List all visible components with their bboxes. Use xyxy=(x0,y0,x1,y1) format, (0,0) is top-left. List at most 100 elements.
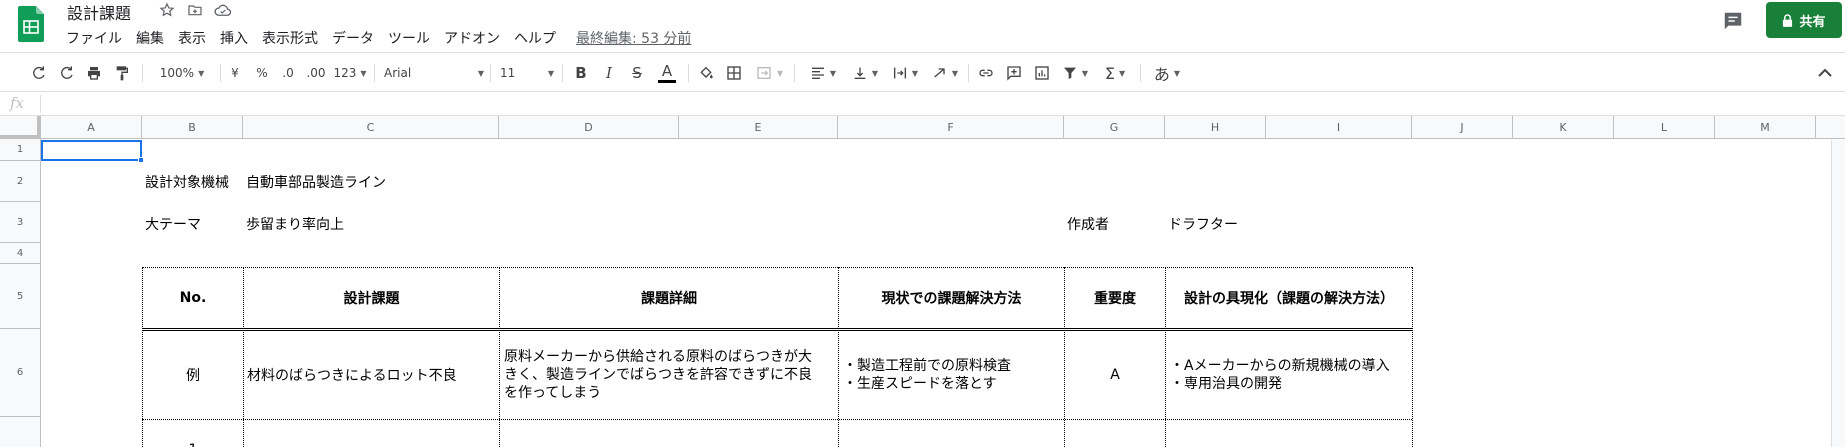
font-family-value: Arial xyxy=(384,66,412,80)
column-header-m[interactable]: M xyxy=(1715,116,1816,139)
undo-icon[interactable] xyxy=(28,61,48,85)
design-target-value[interactable]: 自動車部品製造ライン xyxy=(246,172,386,192)
theme-value[interactable]: 歩留まり率向上 xyxy=(246,214,344,234)
theme-label[interactable]: 大テーマ xyxy=(145,214,201,234)
fill-color-icon[interactable] xyxy=(696,61,716,85)
font-family-select[interactable]: Arial ▼ xyxy=(384,61,484,85)
currency-format-button[interactable]: ¥ xyxy=(228,61,242,85)
cloud-status-icon[interactable] xyxy=(214,1,232,19)
column-header-e[interactable]: E xyxy=(679,116,838,139)
insert-link-icon[interactable] xyxy=(976,61,996,85)
menu-addons[interactable]: アドオン xyxy=(444,28,500,48)
share-button[interactable]: 共有 xyxy=(1766,2,1842,38)
zoom-select[interactable]: 100% ▼ xyxy=(152,61,212,85)
increase-decimal-button[interactable]: .00 xyxy=(304,61,328,85)
row-header-3[interactable]: 3 xyxy=(0,202,41,243)
print-icon[interactable] xyxy=(84,61,104,85)
strikethrough-button[interactable]: S xyxy=(628,61,646,85)
author-label[interactable]: 作成者 xyxy=(1067,214,1109,234)
vertical-align-icon[interactable]: ▼ xyxy=(848,61,882,85)
table-header-issue[interactable]: 設計課題 xyxy=(244,268,499,328)
next-row-no[interactable]: 1 xyxy=(143,442,243,447)
chevron-down-icon: ▼ xyxy=(198,68,205,78)
lock-icon xyxy=(1783,13,1793,27)
italic-button[interactable]: I xyxy=(600,61,618,85)
document-title[interactable]: 設計課題 xyxy=(67,0,131,24)
text-rotation-icon[interactable]: ▼ xyxy=(928,61,962,85)
share-label: 共有 xyxy=(1799,14,1826,30)
select-all-corner[interactable] xyxy=(0,116,41,139)
zoom-value: 100% xyxy=(159,66,195,80)
example-row-detail[interactable]: 原料メーカーから供給される原料のばらつきが大 きく、製造ラインでばらつきを許容で… xyxy=(500,332,838,418)
column-header-f[interactable]: F xyxy=(838,116,1064,139)
bold-button[interactable]: B xyxy=(572,61,590,85)
decrease-decimal-button[interactable]: .0 xyxy=(278,61,298,85)
borders-icon[interactable] xyxy=(724,61,744,85)
formula-input[interactable] xyxy=(46,92,1836,115)
column-header-d[interactable]: D xyxy=(499,116,679,139)
row-header-1[interactable]: 1 xyxy=(0,139,41,161)
horizontal-align-icon[interactable]: ▼ xyxy=(806,61,840,85)
redo-icon[interactable] xyxy=(56,61,76,85)
star-icon[interactable] xyxy=(158,1,176,19)
example-row-embodiment[interactable]: ・Aメーカーからの新規機械の導入 ・専用治具の開発 xyxy=(1166,332,1412,418)
spreadsheet-grid: A B C D E F G H I J K L M 1 2 3 4 5 6 設計… xyxy=(0,116,1845,447)
menu-file[interactable]: ファイル xyxy=(66,28,122,48)
menu-insert[interactable]: 挿入 xyxy=(220,28,248,48)
table-header-current-solution[interactable]: 現状での課題解決方法 xyxy=(839,268,1064,328)
column-header-n[interactable] xyxy=(1816,116,1845,139)
menu-format[interactable]: 表示形式 xyxy=(262,28,318,48)
insert-comment-icon[interactable] xyxy=(1004,61,1024,85)
font-size-select[interactable]: 11 ▼ xyxy=(500,61,554,85)
column-header-g[interactable]: G xyxy=(1064,116,1165,139)
menu-edit[interactable]: 編集 xyxy=(136,28,164,48)
collapse-menu-icon[interactable] xyxy=(1815,61,1835,85)
top-bar: 設計課題 ファイル 編集 表示 挿入 表示形式 データ ツール アドオン ヘルプ… xyxy=(0,0,1845,52)
table-header-embodiment[interactable]: 設計の具現化（課題の解決方法） xyxy=(1166,268,1412,328)
text-color-letter: A xyxy=(661,61,673,80)
example-row-no[interactable]: 例 xyxy=(143,332,243,418)
text-color-button[interactable]: A xyxy=(656,61,678,85)
move-folder-icon[interactable] xyxy=(186,1,204,19)
merge-cells-icon[interactable]: ▼ xyxy=(752,61,786,85)
column-header-j[interactable]: J xyxy=(1412,116,1513,139)
fill-handle[interactable] xyxy=(138,157,144,163)
row-header-5[interactable]: 5 xyxy=(0,264,41,329)
vertical-scrollbar[interactable] xyxy=(1831,140,1845,447)
menu-help[interactable]: ヘルプ xyxy=(514,28,556,48)
column-header-k[interactable]: K xyxy=(1513,116,1614,139)
column-header-i[interactable]: I xyxy=(1266,116,1412,139)
active-cell-a1[interactable] xyxy=(41,140,142,161)
table-header-importance[interactable]: 重要度 xyxy=(1065,268,1165,328)
row-header-6[interactable]: 6 xyxy=(0,329,41,417)
menu-tools[interactable]: ツール xyxy=(388,28,430,48)
column-header-c[interactable]: C xyxy=(243,116,499,139)
table-header-detail[interactable]: 課題詳細 xyxy=(500,268,838,328)
percent-format-button[interactable]: % xyxy=(254,61,270,85)
column-header-h[interactable]: H xyxy=(1165,116,1266,139)
design-target-label[interactable]: 設計対象機械 xyxy=(145,172,229,192)
author-value[interactable]: ドラフター xyxy=(1168,214,1238,234)
last-edit-link[interactable]: 最終編集: 53 分前 xyxy=(576,28,691,48)
example-row-current-solution[interactable]: ・製造工程前での原料検査 ・生産スピードを落とす xyxy=(839,332,1064,418)
example-row-issue[interactable]: 材料のばらつきによるロット不良 xyxy=(244,332,499,418)
column-header-l[interactable]: L xyxy=(1614,116,1715,139)
example-row-importance[interactable]: A xyxy=(1065,332,1165,418)
functions-icon[interactable]: Σ ▼ xyxy=(1098,61,1132,85)
table-header-no[interactable]: No. xyxy=(143,268,243,328)
filter-icon[interactable]: ▼ xyxy=(1058,61,1092,85)
text-wrapping-icon[interactable]: ▼ xyxy=(888,61,922,85)
column-header-a[interactable]: A xyxy=(41,116,142,139)
sheets-logo-icon[interactable] xyxy=(18,6,44,42)
row-header-2[interactable]: 2 xyxy=(0,161,41,202)
row-header-7[interactable] xyxy=(0,417,41,447)
comment-history-icon[interactable] xyxy=(1722,10,1746,32)
column-header-b[interactable]: B xyxy=(142,116,243,139)
number-format-select[interactable]: 123 ▼ xyxy=(333,61,366,85)
paint-format-icon[interactable] xyxy=(112,61,132,85)
row-header-4[interactable]: 4 xyxy=(0,243,41,264)
insert-chart-icon[interactable] xyxy=(1032,61,1052,85)
menu-view[interactable]: 表示 xyxy=(178,28,206,48)
input-tools-button[interactable]: あ ▼ xyxy=(1150,61,1184,85)
menu-data[interactable]: データ xyxy=(332,28,374,48)
